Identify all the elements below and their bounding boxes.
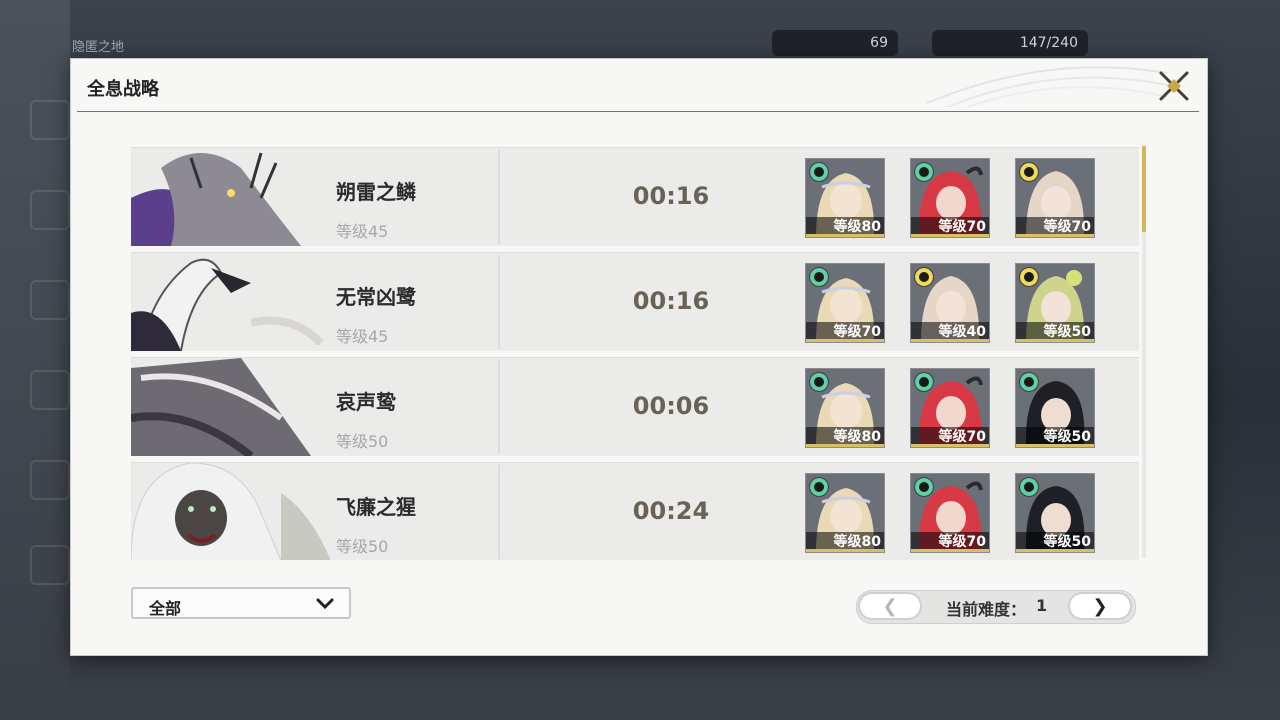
team-member-level: 等级70 xyxy=(911,532,989,552)
boss-name: 飞廉之猩 xyxy=(336,495,416,519)
clear-time: 00:06 xyxy=(632,392,710,420)
team-member-portrait[interactable]: 等级70 xyxy=(910,473,990,553)
team-member-level: 等级70 xyxy=(1016,217,1094,237)
boss-level: 等级45 xyxy=(336,327,389,346)
clear-time: 00:16 xyxy=(632,287,710,315)
column-divider xyxy=(498,360,500,454)
header-divider xyxy=(77,111,1199,112)
team-member-level: 等级50 xyxy=(1016,322,1094,342)
background-nav-icon xyxy=(30,280,70,320)
next-difficulty-button[interactable]: ❯ xyxy=(1068,592,1132,620)
currency-pill: 69 xyxy=(772,30,898,56)
background-nav-icon xyxy=(30,190,70,230)
stamina-pill: 147/240 xyxy=(932,30,1088,56)
column-divider xyxy=(498,150,500,244)
aero-element-icon xyxy=(809,267,829,287)
holographic-strategy-dialog: 全息战略 朔雷之鳞 等级45 00:16 等级80 等级70 等级70 无常凶鹭… xyxy=(70,58,1208,656)
team-member-portrait[interactable]: 等级70 xyxy=(910,158,990,238)
dialog-header: 全息战略 xyxy=(71,59,1207,113)
background-nav-icon xyxy=(30,100,70,140)
clear-time: 00:16 xyxy=(632,182,710,210)
column-divider xyxy=(498,255,500,349)
column-divider xyxy=(498,465,500,559)
team-member-portrait[interactable]: 等级50 xyxy=(1015,263,1095,343)
aero-element-icon xyxy=(809,372,829,392)
close-icon xyxy=(1159,71,1189,101)
boss-portrait xyxy=(131,463,331,560)
records-list[interactable]: 朔雷之鳞 等级45 00:16 等级80 等级70 等级70 无常凶鹭 等级45… xyxy=(131,147,1141,560)
team-member-level: 等级80 xyxy=(806,217,884,237)
boss-name: 哀声鸷 xyxy=(336,390,396,414)
record-row[interactable]: 朔雷之鳞 等级45 00:16 等级80 等级70 等级70 xyxy=(131,147,1139,246)
boss-portrait xyxy=(131,148,331,246)
aero-element-icon xyxy=(809,162,829,182)
boss-name: 朔雷之鳞 xyxy=(336,180,416,204)
spectro-element-icon xyxy=(914,267,934,287)
team-member-portrait[interactable]: 等级80 xyxy=(805,158,885,238)
aero-element-icon xyxy=(1019,372,1039,392)
list-scrollbar[interactable] xyxy=(1142,146,1146,558)
team-member-level: 等级50 xyxy=(1016,427,1094,447)
record-row[interactable]: 哀声鸷 等级50 00:06 等级80 等级70 等级50 xyxy=(131,357,1139,456)
team-member-portrait[interactable]: 等级50 xyxy=(1015,368,1095,448)
aero-element-icon xyxy=(809,477,829,497)
close-button[interactable] xyxy=(1155,67,1193,105)
spectro-element-icon xyxy=(1019,162,1039,182)
difficulty-pager: ❮ 当前难度： 1 ❯ xyxy=(856,590,1136,624)
filter-selected: 全部 xyxy=(149,599,182,618)
team-member-portrait[interactable]: 等级70 xyxy=(805,263,885,343)
difficulty-value: 1 xyxy=(1036,596,1048,615)
team-member-level: 等级70 xyxy=(911,217,989,237)
team-member-portrait[interactable]: 等级80 xyxy=(805,368,885,448)
record-row[interactable]: 飞廉之猩 等级50 00:24 等级80 等级70 等级50 xyxy=(131,462,1139,560)
team-member-level: 等级40 xyxy=(911,322,989,342)
aero-element-icon xyxy=(914,372,934,392)
boss-name: 无常凶鹭 xyxy=(336,285,416,309)
aero-element-icon xyxy=(1019,477,1039,497)
clear-time: 00:24 xyxy=(632,497,710,525)
currency-value: 69 xyxy=(870,35,888,51)
filter-dropdown[interactable]: 全部 xyxy=(131,587,351,619)
spectro-element-icon xyxy=(1019,267,1039,287)
record-row[interactable]: 无常凶鹭 等级45 00:16 等级70 等级40 等级50 xyxy=(131,252,1139,351)
team-member-level: 等级80 xyxy=(806,427,884,447)
aero-element-icon xyxy=(914,162,934,182)
boss-level: 等级50 xyxy=(336,537,389,556)
background-nav-icon xyxy=(30,545,70,585)
team-member-portrait[interactable]: 等级70 xyxy=(910,368,990,448)
location-label: 隐匿之地 xyxy=(72,40,125,55)
team-member-portrait[interactable]: 等级70 xyxy=(1015,158,1095,238)
team-member-portrait[interactable]: 等级40 xyxy=(910,263,990,343)
boss-portrait xyxy=(131,253,331,351)
dialog-title: 全息战略 xyxy=(87,79,159,100)
team-member-level: 等级70 xyxy=(806,322,884,342)
boss-level: 等级45 xyxy=(336,222,389,241)
aero-element-icon xyxy=(914,477,934,497)
team-member-level: 等级50 xyxy=(1016,532,1094,552)
team-member-portrait[interactable]: 等级50 xyxy=(1015,473,1095,553)
header-decoration xyxy=(927,66,1167,107)
team-member-level: 等级70 xyxy=(911,427,989,447)
scrollbar-thumb[interactable] xyxy=(1142,146,1146,232)
team-member-portrait[interactable]: 等级80 xyxy=(805,473,885,553)
background-nav-icon xyxy=(30,370,70,410)
background-nav-icon xyxy=(30,460,70,500)
boss-level: 等级50 xyxy=(336,432,389,451)
difficulty-label: 当前难度： xyxy=(946,600,1027,619)
prev-difficulty-button[interactable]: ❮ xyxy=(858,592,922,620)
chevron-down-icon xyxy=(316,598,334,610)
boss-portrait xyxy=(131,358,331,456)
team-member-level: 等级80 xyxy=(806,532,884,552)
stamina-value: 147/240 xyxy=(1019,35,1078,51)
